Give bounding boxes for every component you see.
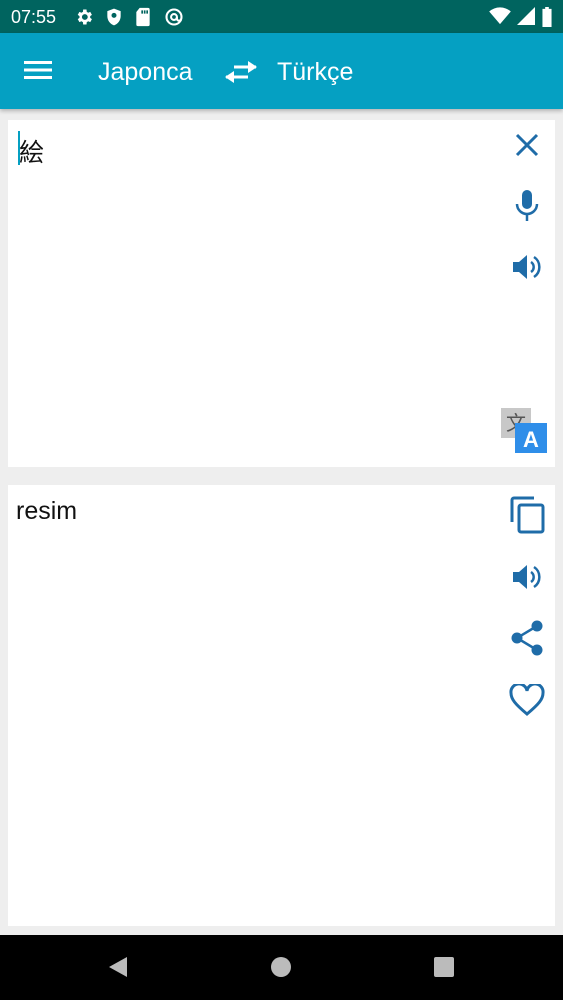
home-icon[interactable] xyxy=(269,955,293,979)
status-bar: 07:55 xyxy=(0,0,563,33)
navigation-bar xyxy=(0,935,563,1000)
microphone-icon[interactable] xyxy=(507,186,547,226)
output-card: resim xyxy=(8,485,555,926)
copy-icon[interactable] xyxy=(507,495,547,535)
speaker-icon[interactable] xyxy=(507,557,547,597)
translation-output: resim xyxy=(16,497,78,525)
speaker-icon[interactable] xyxy=(507,247,547,287)
clear-icon[interactable] xyxy=(507,125,547,165)
back-icon[interactable] xyxy=(106,955,130,979)
at-sign-icon xyxy=(164,7,186,27)
svg-text:A: A xyxy=(523,427,539,452)
source-language-selector[interactable]: Japonca xyxy=(98,58,193,87)
status-time: 07:55 xyxy=(11,7,57,27)
share-icon[interactable] xyxy=(507,618,547,658)
wifi-icon xyxy=(489,7,511,27)
app-bar: Japonca Türkçe xyxy=(0,33,563,109)
translate-icon[interactable]: 文 A xyxy=(500,407,548,455)
signal-icon xyxy=(517,7,535,27)
swap-arrows-icon[interactable] xyxy=(224,59,258,85)
battery-icon xyxy=(541,7,553,27)
status-icons-right xyxy=(483,7,553,27)
target-language-selector[interactable]: Türkçe xyxy=(277,58,353,87)
sd-card-icon xyxy=(134,7,156,27)
input-card: 絵 文 A xyxy=(8,120,555,467)
shield-icon xyxy=(104,7,126,27)
hamburger-menu-icon[interactable] xyxy=(24,59,52,81)
recents-icon[interactable] xyxy=(432,955,456,979)
status-icons-left xyxy=(74,7,194,27)
source-text-input[interactable]: 絵 xyxy=(19,133,44,169)
settings-icon xyxy=(74,7,96,27)
heart-icon[interactable] xyxy=(507,680,547,720)
